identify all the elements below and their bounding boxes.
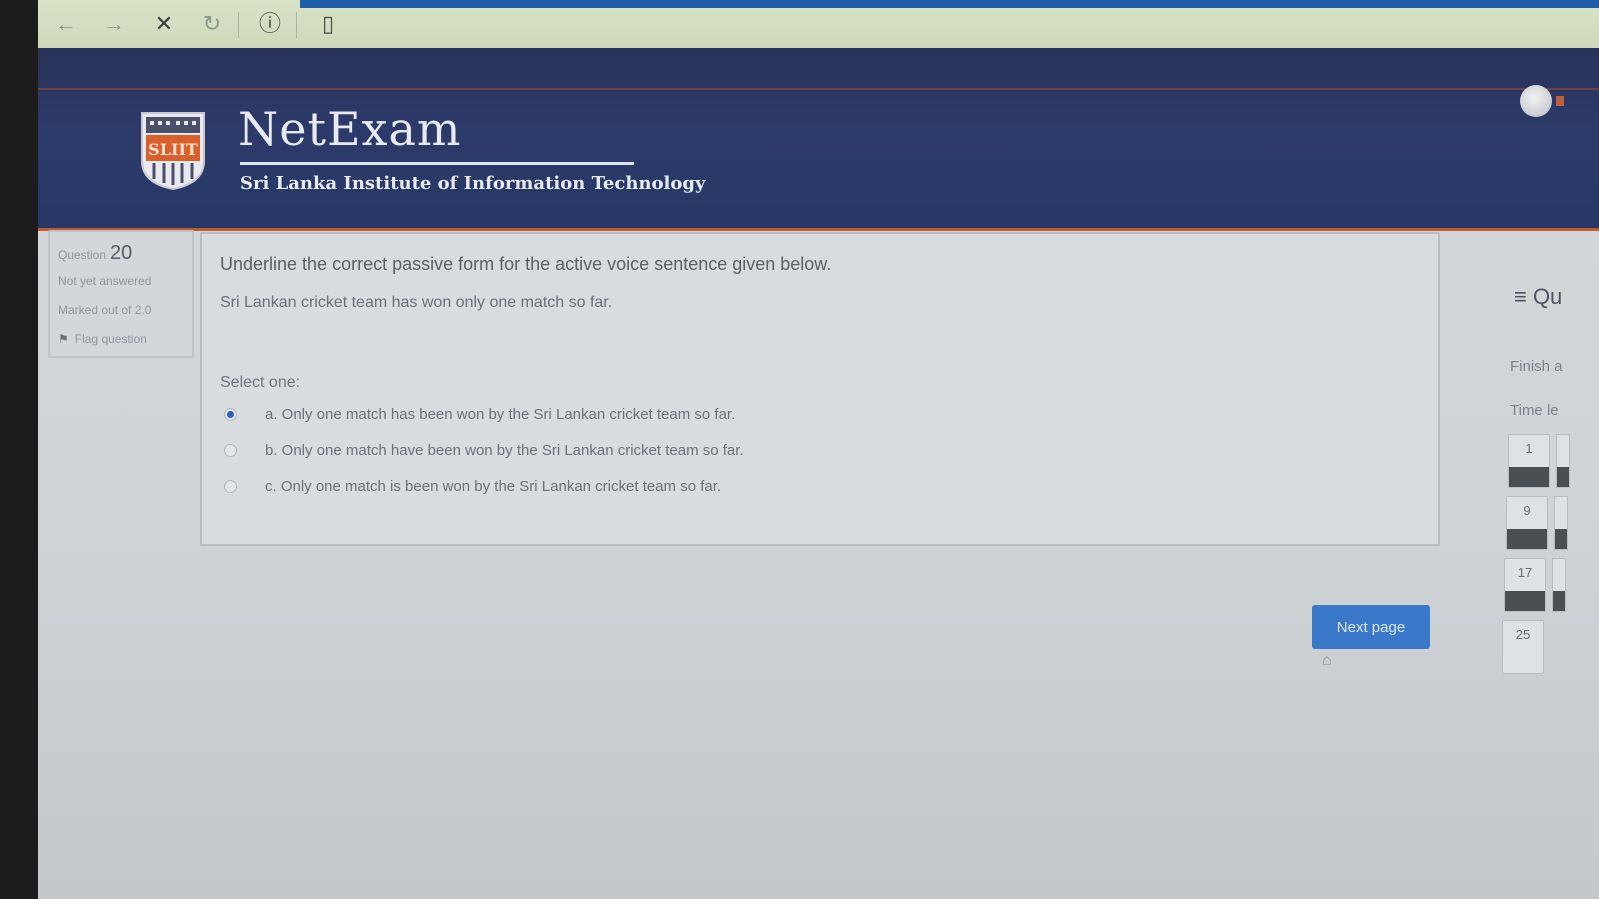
- user-menu-indicator[interactable]: [1556, 96, 1564, 106]
- reload-icon[interactable]: ↻: [198, 10, 226, 38]
- quiz-navigation-title: ≡ Qu: [1514, 284, 1563, 309]
- answer-option-c[interactable]: c. Only one match is been won by the Sri…: [224, 478, 721, 495]
- quiz-navigation-panel: ≡ Qu Finish a Time le 1 9 17 25: [1502, 258, 1599, 678]
- answer-option-a-label: a. Only one match has been won by the Sr…: [265, 406, 736, 423]
- nav-tile-number: 1: [1525, 441, 1533, 456]
- brand-name: NetExam: [238, 102, 462, 156]
- question-sentence: Sri Lankan cricket team has won only one…: [220, 294, 613, 311]
- nav-tile-18[interactable]: [1552, 558, 1566, 612]
- select-one-label: Select one:: [220, 374, 301, 391]
- toolbar-separator: [296, 12, 297, 38]
- brand-subtitle: Sri Lanka Institute of Information Techn…: [240, 173, 706, 194]
- next-page-button[interactable]: Next page: [1312, 605, 1430, 649]
- flag-question-link[interactable]: ⚑ Flag question: [58, 332, 147, 346]
- sliit-logo-icon: SLIIT: [141, 112, 205, 191]
- question-number-label: Question: [58, 248, 107, 262]
- flag-icon: ⚑: [58, 332, 69, 346]
- answer-option-a[interactable]: a. Only one match has been won by the Sr…: [224, 406, 735, 423]
- answer-option-c-label: c. Only one match is been won by the Sri…: [265, 478, 722, 495]
- question-marks: Marked out of 2.0: [58, 303, 152, 317]
- nav-tile-25[interactable]: 25: [1502, 620, 1544, 674]
- answer-option-b-label: b. Only one match have been won by the S…: [265, 442, 744, 459]
- screen: ← → ✕ ↻ ⓘ ▯ SLIIT NetExam Sri Lanka Inst…: [38, 0, 1599, 899]
- nav-tile-number: 9: [1523, 503, 1531, 518]
- radio-option-c[interactable]: [224, 480, 237, 493]
- nav-tile-17[interactable]: 17: [1504, 558, 1546, 612]
- question-number: 20: [110, 242, 133, 264]
- brand-underline: [240, 162, 634, 165]
- back-icon[interactable]: ←: [52, 10, 80, 38]
- nav-tile-answered-fill: [1507, 529, 1547, 549]
- user-avatar[interactable]: [1520, 85, 1552, 117]
- nav-tile-answered-fill: [1505, 591, 1545, 611]
- question-state: Not yet answered: [58, 274, 152, 288]
- question-number-row: Question 20: [58, 242, 132, 265]
- forward-icon[interactable]: →: [100, 10, 128, 38]
- question-text: Underline the correct passive form for t…: [220, 254, 832, 274]
- reader-icon[interactable]: ▯: [314, 10, 342, 38]
- nav-tile-number: 25: [1515, 627, 1531, 642]
- nav-tile-answered-fill: [1509, 467, 1549, 487]
- toolbar-separator: [238, 12, 239, 38]
- nav-tile-answered-fill: [1553, 591, 1565, 611]
- nav-tile-9[interactable]: 9: [1506, 496, 1548, 550]
- flag-question-label: Flag question: [74, 332, 147, 346]
- answer-option-b[interactable]: b. Only one match have been won by the S…: [224, 442, 744, 459]
- header-rule: [38, 88, 1599, 90]
- nav-tile-answered-fill: [1557, 467, 1569, 487]
- browser-toolbar: ← → ✕ ↻ ⓘ ▯: [38, 0, 1599, 48]
- tab-strip: [300, 0, 1599, 8]
- nav-tile-answered-fill: [1555, 529, 1567, 549]
- site-header: SLIIT NetExam Sri Lanka Institute of Inf…: [38, 48, 1599, 231]
- radio-option-a[interactable]: [224, 408, 237, 421]
- radio-option-b[interactable]: [224, 444, 237, 457]
- nav-tile-number: 17: [1517, 565, 1533, 580]
- nav-tile-2[interactable]: [1556, 434, 1570, 488]
- question-info-box: Question 20 Not yet answered Marked out o…: [48, 230, 194, 358]
- finish-attempt-link[interactable]: Finish a: [1510, 358, 1563, 375]
- nav-tile-10[interactable]: [1554, 496, 1568, 550]
- info-icon[interactable]: ⓘ: [256, 10, 284, 38]
- nav-tile-1[interactable]: 1: [1508, 434, 1550, 488]
- question-content: Underline the correct passive form for t…: [200, 232, 1440, 546]
- stop-icon[interactable]: ✕: [150, 10, 178, 38]
- mouse-cursor-icon: ⌂: [1322, 652, 1332, 669]
- logo-text: SLIIT: [148, 140, 198, 159]
- time-left-label: Time le: [1510, 402, 1559, 419]
